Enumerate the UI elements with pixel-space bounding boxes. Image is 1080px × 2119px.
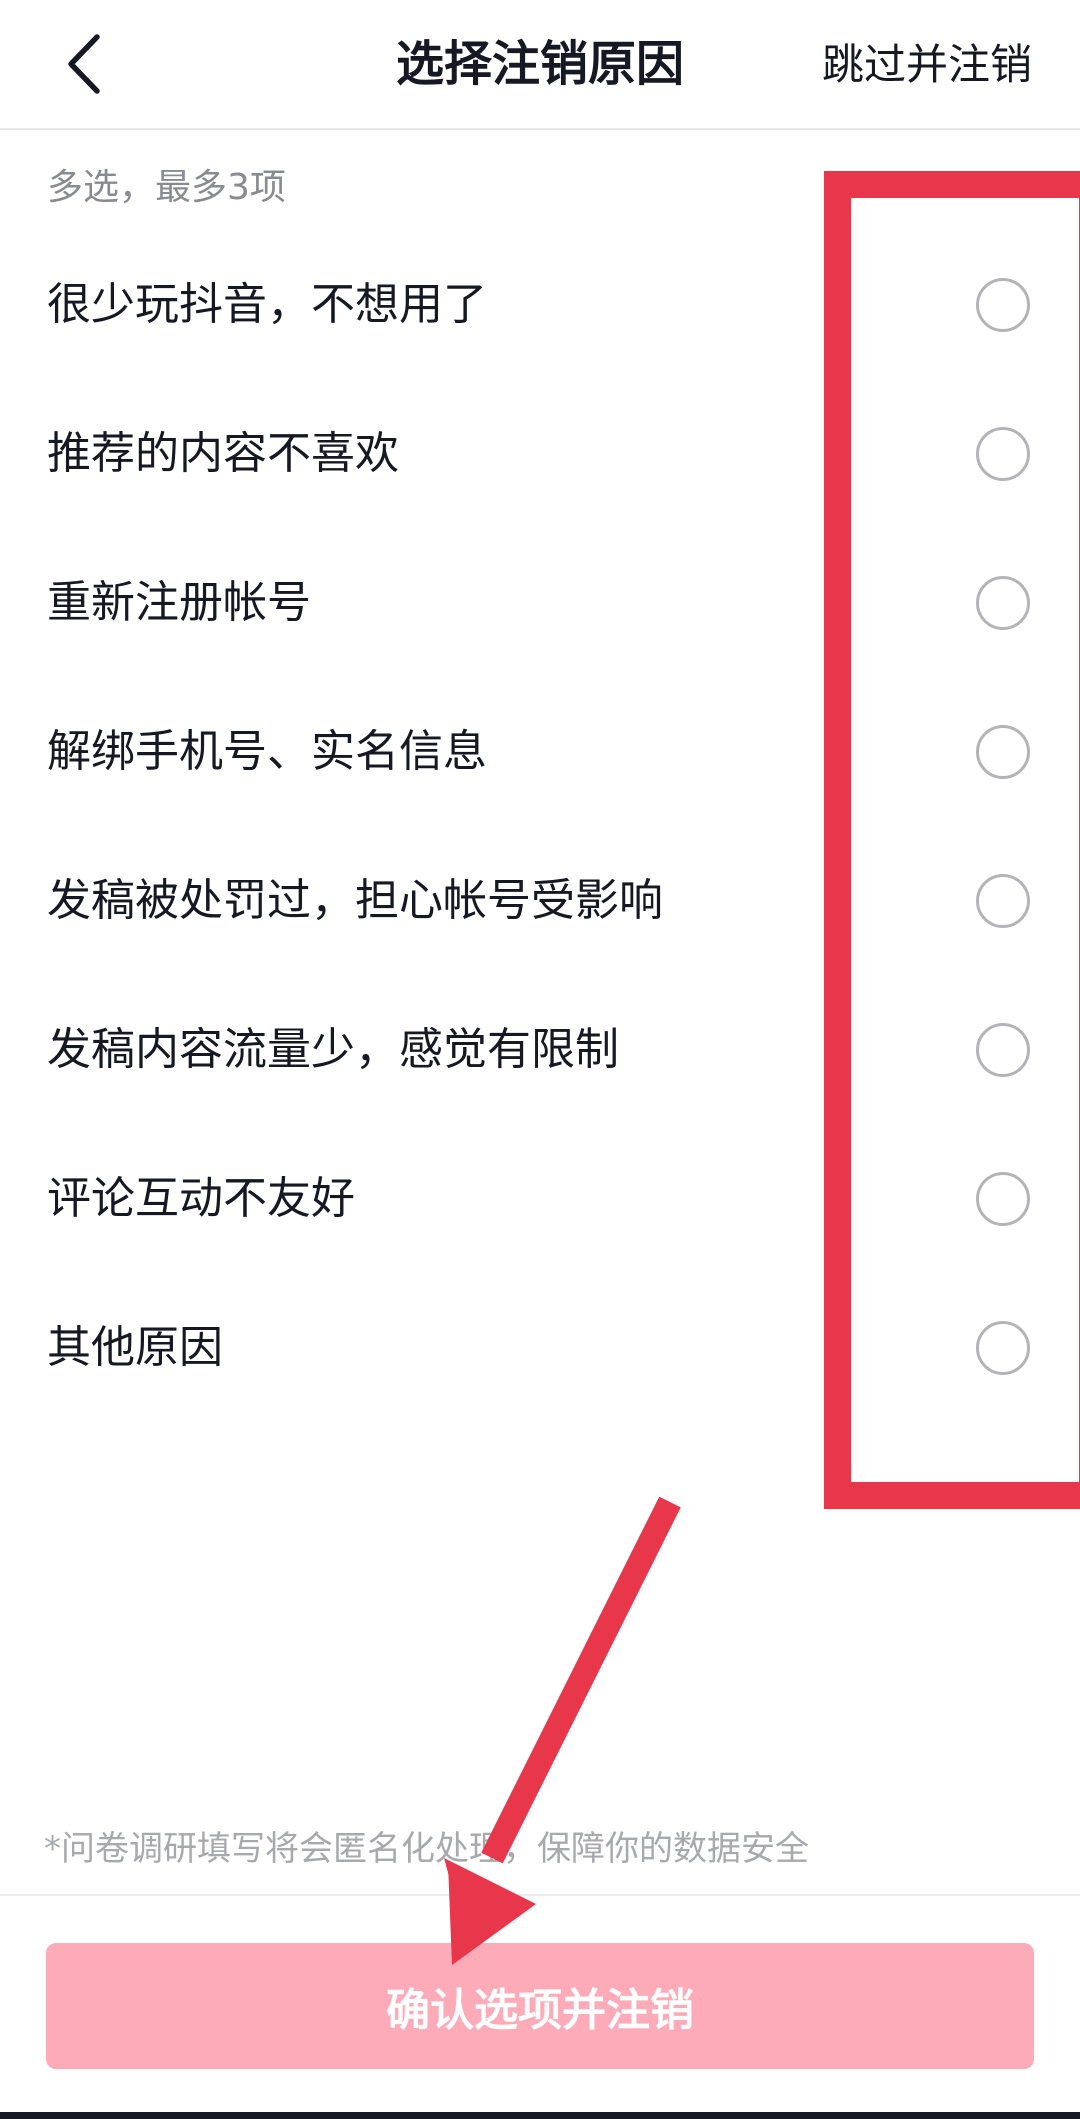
header-bar: 选择注销原因 跳过并注销 [0, 0, 1080, 130]
radio-checkbox[interactable] [976, 1022, 1030, 1077]
footer-divider [0, 1894, 1080, 1896]
reason-label: 发稿内容流量少，感觉有限制 [47, 1023, 619, 1075]
reason-option[interactable]: 发稿内容流量少，感觉有限制 [0, 975, 1080, 1124]
reason-option[interactable]: 发稿被处罚过，担心帐号受影响 [0, 826, 1080, 975]
reason-label: 很少玩抖音，不想用了 [47, 278, 487, 330]
privacy-notice: *问卷调研填写将会匿名化处理，保障你的数据安全 [44, 1829, 809, 1869]
reason-label: 评论互动不友好 [47, 1172, 355, 1224]
reason-option[interactable]: 解绑手机号、实名信息 [0, 677, 1080, 826]
radio-checkbox[interactable] [976, 575, 1030, 630]
reason-label: 解绑手机号、实名信息 [47, 725, 487, 777]
reason-option[interactable]: 很少玩抖音，不想用了 [0, 230, 1080, 379]
radio-checkbox[interactable] [976, 426, 1030, 481]
reason-option[interactable]: 重新注册帐号 [0, 528, 1080, 677]
radio-checkbox[interactable] [976, 724, 1030, 779]
bottom-edge-bar [0, 2112, 1080, 2119]
reason-label: 推荐的内容不喜欢 [47, 427, 399, 479]
reason-label: 重新注册帐号 [47, 576, 311, 628]
reason-option[interactable]: 推荐的内容不喜欢 [0, 379, 1080, 528]
radio-checkbox[interactable] [976, 1171, 1030, 1226]
selection-hint: 多选，最多3项 [47, 167, 286, 208]
radio-checkbox[interactable] [976, 1320, 1030, 1375]
confirm-and-cancel-button[interactable]: 确认选项并注销 [46, 1943, 1034, 2069]
radio-checkbox[interactable] [976, 873, 1030, 928]
reason-label: 发稿被处罚过，担心帐号受影响 [47, 874, 663, 926]
reason-option[interactable]: 其他原因 [0, 1273, 1080, 1422]
radio-checkbox[interactable] [976, 277, 1030, 332]
reason-option[interactable]: 评论互动不友好 [0, 1124, 1080, 1273]
reason-label: 其他原因 [47, 1321, 223, 1373]
skip-and-cancel-link[interactable]: 跳过并注销 [822, 40, 1032, 90]
